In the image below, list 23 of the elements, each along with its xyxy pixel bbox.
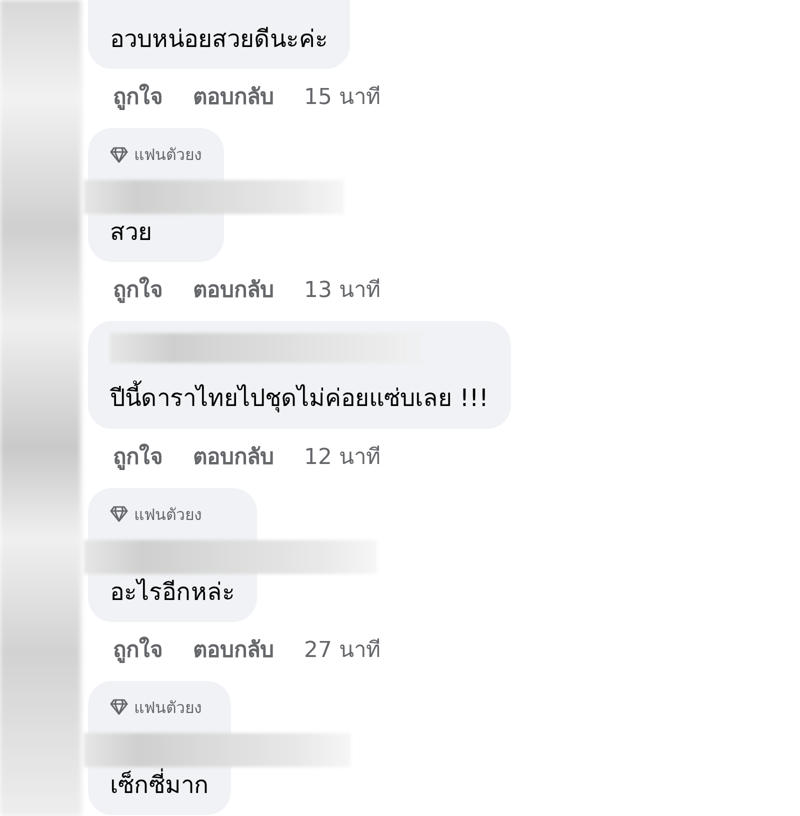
gem-icon [110,506,128,522]
comment-text: เซ็กซี่มาก [110,770,209,801]
comment-time: 12 นาที [304,444,381,472]
gem-icon [110,699,128,716]
like-link[interactable]: ถูกใจ [113,438,163,474]
reply-link[interactable]: ตอบกลับ [193,79,274,114]
reply-link[interactable]: ตอบกลับ [193,438,274,474]
comment-time: 13 นาที [304,277,381,306]
comment-text: สวย [110,217,153,248]
comment-text: อวบหน่อยสวยดีนะค่ะ [110,24,328,55]
fan-label: แฟนตัวยง [134,696,202,719]
comment-time: 27 นาที [304,636,381,665]
fan-label: แฟนตัวยง [134,144,202,166]
reply-link[interactable]: ตอบกลับ [193,272,274,308]
gem-icon [110,146,128,163]
fan-label: แฟนตัวยง [134,504,202,526]
like-link[interactable]: ถูกใจ [113,632,163,667]
comment-time: 15 นาที [304,84,381,112]
reply-link[interactable]: ตอบกลับ [193,632,274,667]
like-link[interactable]: ถูกใจ [113,272,163,308]
comment-text: อะไรอีกหล่ะ [110,576,235,608]
comment-text: ปีนี้ดาราไทยไปชุดไม่ค่อยแซ่บเลย !!! [110,383,488,415]
like-link[interactable]: ถูกใจ [113,79,163,114]
